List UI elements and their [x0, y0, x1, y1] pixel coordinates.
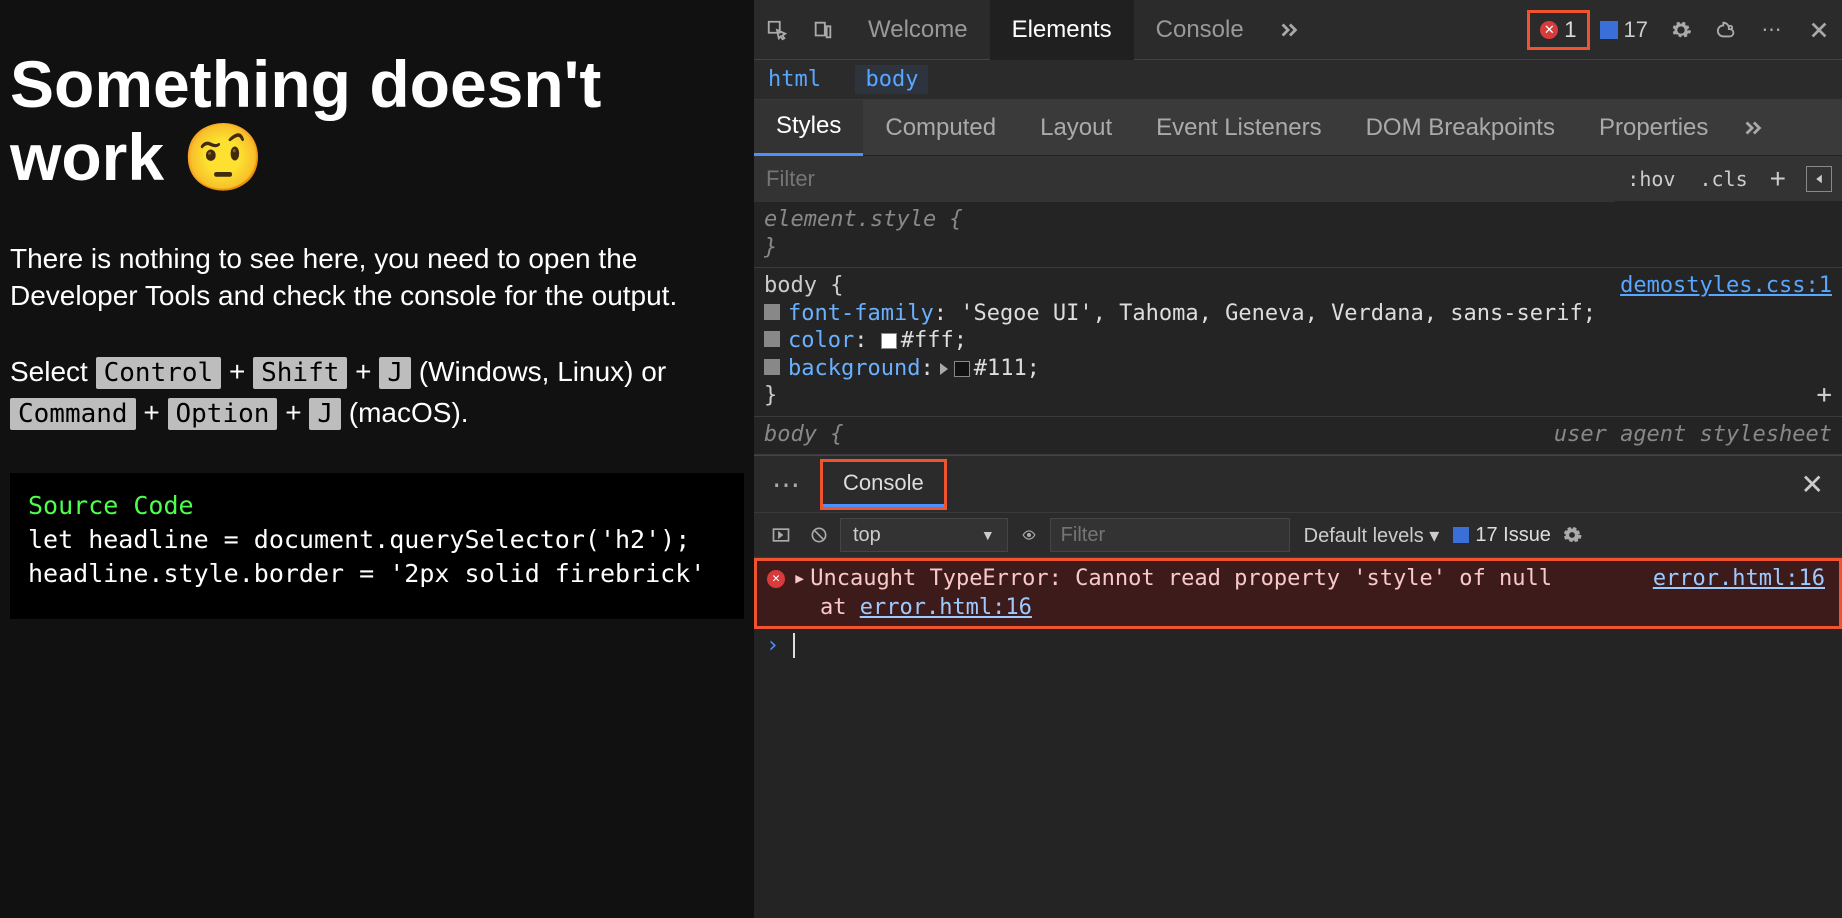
text: Select — [10, 356, 96, 387]
text: (macOS). — [349, 397, 469, 428]
device-toggle-icon[interactable] — [800, 7, 846, 53]
styles-filter-input[interactable] — [754, 156, 1615, 202]
close-drawer-icon[interactable]: ✕ — [1783, 468, 1842, 501]
styles-tab-computed[interactable]: Computed — [863, 100, 1018, 156]
code-line-1: let headline = document.querySelector('h… — [28, 525, 690, 554]
clear-console-icon[interactable] — [802, 518, 836, 552]
styles-more-chevron-icon[interactable] — [1730, 105, 1776, 151]
kebab-menu-icon[interactable]: ⋯ — [1750, 7, 1796, 53]
error-source-link[interactable]: error.html:16 — [1653, 565, 1825, 594]
tab-elements[interactable]: Elements — [990, 0, 1134, 60]
expand-triangle-icon[interactable]: ▸ — [793, 566, 806, 591]
sidebar-toggle-icon[interactable] — [764, 518, 798, 552]
console-tab-highlighted: Console — [820, 459, 947, 510]
tab-console[interactable]: Console — [1134, 0, 1266, 60]
style-rule[interactable]: font-family: 'Segoe UI', Tahoma, Geneva,… — [764, 300, 1832, 328]
issues-text: 17 Issue — [1475, 524, 1551, 547]
log-levels-select[interactable]: Default levels ▾ — [1294, 523, 1450, 548]
stylesheet-link[interactable]: demostyles.css:1 — [1620, 272, 1832, 300]
page-heading: Something doesn't work 🤨 — [10, 48, 744, 193]
styles-tab-dom-breakpoints[interactable]: DOM Breakpoints — [1344, 100, 1577, 156]
issues-count-badge[interactable]: 17 — [1590, 17, 1658, 43]
tab-welcome[interactable]: Welcome — [846, 0, 990, 60]
error-at: at — [767, 595, 860, 620]
styles-tabbar: Styles Computed Layout Event Listeners D… — [754, 100, 1842, 156]
hov-button[interactable]: :hov — [1615, 167, 1687, 191]
styles-tab-properties[interactable]: Properties — [1577, 100, 1730, 156]
issues-icon — [1600, 21, 1618, 39]
context-value: top — [853, 524, 881, 547]
console-prompt[interactable]: › — [754, 629, 1842, 662]
feedback-icon[interactable] — [1704, 7, 1750, 53]
more-tabs-chevron-icon[interactable] — [1266, 7, 1312, 53]
context-select[interactable]: top ▼ — [840, 518, 1008, 552]
console-error-row[interactable]: error.html:16 ✕ ▸Uncaught TypeError: Cann… — [754, 558, 1842, 629]
add-rule-plus-icon[interactable]: + — [1816, 379, 1832, 412]
cursor — [793, 633, 809, 658]
page-description: There is nothing to see here, you need t… — [10, 241, 744, 314]
page-content: Something doesn't work 🤨 There is nothin… — [0, 0, 754, 918]
style-close: } — [764, 382, 1832, 410]
page-shortcuts: Select Control + Shift + J (Windows, Lin… — [10, 352, 744, 433]
kbd-shift: Shift — [253, 357, 347, 389]
styles-tab-styles[interactable]: Styles — [754, 100, 863, 156]
console-filter-input[interactable] — [1050, 518, 1290, 552]
close-devtools-icon[interactable] — [1796, 7, 1842, 53]
dropdown-caret-icon: ▼ — [981, 527, 995, 543]
drawer-tab-console[interactable]: Console — [823, 462, 944, 507]
color-swatch[interactable] — [881, 333, 897, 349]
issues-icon — [1453, 527, 1469, 543]
style-block-ua[interactable]: user agent stylesheet body { — [754, 417, 1842, 456]
dom-breadcrumbs: html body — [754, 60, 1842, 100]
kbd-j2: J — [309, 398, 341, 430]
kbd-command: Command — [10, 398, 136, 430]
issues-count: 17 — [1624, 17, 1648, 43]
code-line-2: headline.style.border = '2px solid fireb… — [28, 559, 705, 588]
style-selector: element.style { — [764, 206, 1832, 234]
toggle-pane-icon[interactable] — [1806, 166, 1832, 192]
checkbox-icon[interactable] — [764, 331, 780, 347]
expand-triangle-icon[interactable] — [940, 363, 948, 375]
styles-tab-event-listeners[interactable]: Event Listeners — [1134, 100, 1343, 156]
console-body: error.html:16 ✕ ▸Uncaught TypeError: Cann… — [754, 558, 1842, 918]
error-icon: ✕ — [1540, 21, 1558, 39]
console-settings-gear-icon[interactable] — [1555, 518, 1589, 552]
source-code-block: Source Code let headline = document.quer… — [10, 473, 744, 618]
kbd-control: Control — [96, 357, 222, 389]
error-count-badge[interactable]: ✕ 1 — [1527, 10, 1589, 50]
settings-gear-icon[interactable] — [1658, 7, 1704, 53]
styles-toolbar: :hov .cls + — [754, 156, 1842, 202]
inspect-icon[interactable] — [754, 7, 800, 53]
devtools-panel: Welcome Elements Console ✕ 1 17 ⋯ html b… — [754, 0, 1842, 918]
crumb-body[interactable]: body — [855, 65, 928, 94]
console-drawer: ⋯ Console ✕ top ▼ Default levels ▾ — [754, 455, 1842, 918]
style-block-body[interactable]: demostyles.css:1 body { font-family: 'Se… — [754, 268, 1842, 417]
text: (Windows, Linux) or — [419, 356, 666, 387]
error-count: 1 — [1564, 17, 1576, 43]
cls-button[interactable]: .cls — [1687, 167, 1759, 191]
console-toolbar: top ▼ Default levels ▾ 17 Issue — [754, 512, 1842, 558]
checkbox-icon[interactable] — [764, 359, 780, 375]
drawer-menu-icon[interactable]: ⋯ — [754, 468, 820, 501]
error-badge-icon: ✕ — [767, 570, 785, 588]
style-block-element[interactable]: element.style { } — [754, 202, 1842, 268]
checkbox-icon[interactable] — [764, 304, 780, 320]
kbd-j: J — [379, 357, 411, 389]
devtools-top-bar: Welcome Elements Console ✕ 1 17 ⋯ — [754, 0, 1842, 60]
style-rule[interactable]: color: #fff; — [764, 327, 1832, 355]
color-swatch[interactable] — [954, 361, 970, 377]
error-stack-link[interactable]: error.html:16 — [860, 595, 1032, 620]
console-drawer-tabs: ⋯ Console ✕ — [754, 456, 1842, 512]
error-message: Uncaught TypeError: Cannot read property… — [810, 566, 1552, 591]
new-style-plus-icon[interactable]: + — [1760, 163, 1796, 195]
styles-tab-layout[interactable]: Layout — [1018, 100, 1134, 156]
style-close: } — [764, 234, 1832, 262]
code-title: Source Code — [28, 491, 194, 520]
crumb-html[interactable]: html — [768, 67, 821, 92]
issues-link[interactable]: 17 Issue — [1453, 524, 1551, 547]
style-rule[interactable]: background:#111; — [764, 355, 1832, 383]
ua-label: user agent stylesheet — [1554, 421, 1832, 449]
live-expression-eye-icon[interactable] — [1012, 518, 1046, 552]
kbd-option: Option — [168, 398, 278, 430]
